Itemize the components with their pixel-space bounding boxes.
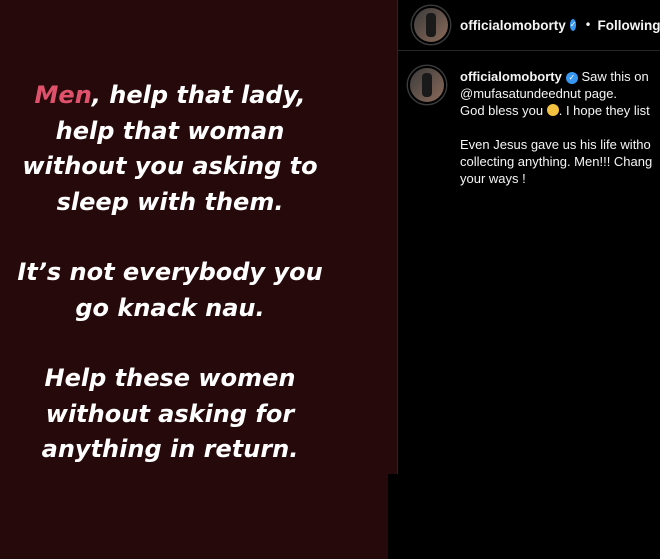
story-line-2: help that woman xyxy=(55,116,285,145)
verified-badge-icon: ✓ xyxy=(565,71,578,84)
comment-text-5: collecting anything. Men!!! Chang xyxy=(460,154,653,169)
comment-text-3a: God bless you xyxy=(460,103,544,118)
comment-text-1: Saw this on xyxy=(581,69,649,84)
story-panel: Men, help that lady, help that woman wit… xyxy=(0,0,397,559)
avatar[interactable] xyxy=(412,6,450,44)
story-text: Men, help that lady, help that woman wit… xyxy=(0,78,340,468)
story-line-7: Help these women xyxy=(44,364,296,392)
comment-avatar[interactable] xyxy=(408,66,446,104)
story-line-1: Men, help that lady, xyxy=(0,78,340,114)
story-line-5: It’s not everybody you xyxy=(17,258,323,286)
story-line-8: without asking for xyxy=(45,399,295,428)
comment-body: officialomoborty ✓ Saw this on @mufasatun… xyxy=(460,68,660,187)
comment-mention[interactable]: @mufasatundeednut page. xyxy=(460,85,660,102)
story-line-3: without you asking to xyxy=(22,152,318,180)
grinning-face-emoji-icon xyxy=(546,104,559,116)
following-button[interactable]: Following xyxy=(598,18,660,33)
verified-badge-icon: ✓ xyxy=(569,19,577,31)
post-header: officialomoborty ✓ • Following xyxy=(398,0,660,51)
comment-text-6: your ways ! xyxy=(460,171,526,186)
story-line-4: sleep with them. xyxy=(56,187,284,216)
story-line-6: go knack nau. xyxy=(75,293,265,322)
story-line-9: anything in return. xyxy=(41,435,299,463)
comment-text-4: Even Jesus gave us his life witho xyxy=(460,137,651,152)
caption-comment: officialomoborty ✓ Saw this on @mufasatun… xyxy=(398,58,660,458)
comment-text-3b: . I hope they list xyxy=(558,103,650,118)
story-line-1-rest: , help that lady, xyxy=(91,81,306,109)
comment-username[interactable]: officialomoborty xyxy=(460,69,562,84)
story-highlight-word: Men xyxy=(34,81,92,109)
black-corner xyxy=(388,474,400,559)
separator-dot: • xyxy=(584,18,592,32)
header-username[interactable]: officialomoborty xyxy=(460,18,566,33)
